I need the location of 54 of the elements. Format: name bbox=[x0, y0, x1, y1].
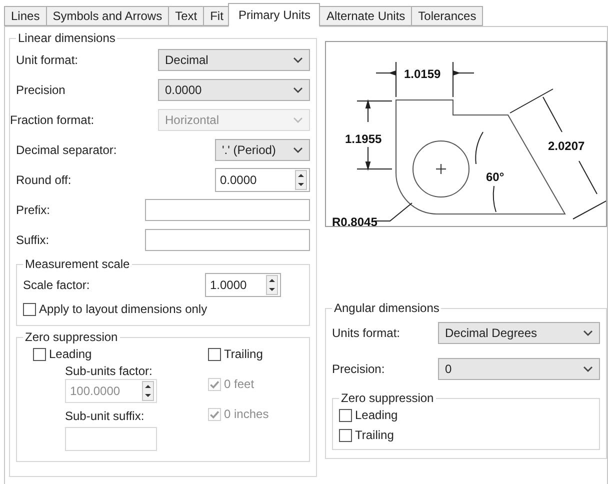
field-label: Sub-unit suffix: bbox=[65, 409, 146, 423]
caret-icon bbox=[583, 366, 593, 372]
field-label: Unit format: bbox=[16, 53, 78, 67]
dropdown[interactable]: Decimal bbox=[158, 49, 310, 71]
checkbox[interactable]: Leading bbox=[339, 405, 593, 425]
dropdown[interactable]: '.' (Period) bbox=[215, 139, 310, 161]
caret-icon bbox=[293, 57, 303, 63]
dimension-label: 2.0207 bbox=[548, 139, 585, 153]
group-title: Linear dimensions bbox=[17, 31, 116, 45]
field-label: Round off: bbox=[16, 173, 72, 187]
field-label: Scale factor: bbox=[23, 278, 90, 292]
dimension-label: 60° bbox=[486, 170, 504, 184]
input-field[interactable] bbox=[145, 199, 310, 221]
check-icon bbox=[209, 378, 220, 390]
tab[interactable]: Primary Units bbox=[228, 3, 320, 27]
spinner-icon[interactable] bbox=[295, 170, 307, 190]
field-label: Precision: bbox=[332, 362, 385, 376]
checkbox[interactable]: Trailing bbox=[339, 425, 593, 445]
tab[interactable]: Text bbox=[168, 6, 204, 26]
tab[interactable]: Fit bbox=[203, 6, 230, 26]
input-field[interactable] bbox=[145, 229, 310, 251]
group-title: Zero suppression bbox=[340, 391, 435, 405]
field-label: Prefix: bbox=[16, 203, 50, 217]
spinner-icon[interactable] bbox=[266, 275, 278, 295]
group-title: Measurement scale bbox=[24, 257, 131, 271]
caret-icon bbox=[293, 87, 303, 93]
field-label: Decimal separator: bbox=[16, 143, 117, 157]
tab[interactable]: Symbols and Arrows bbox=[46, 6, 168, 26]
field-label: Fraction format: bbox=[10, 113, 94, 127]
checkbox[interactable]: Leading bbox=[33, 344, 208, 364]
dimension-label: 1.1955 bbox=[345, 132, 382, 146]
check-icon bbox=[209, 408, 220, 420]
center-mark-icon bbox=[436, 164, 446, 174]
tab[interactable]: Tolerances bbox=[411, 6, 484, 26]
field-label: Suffix: bbox=[16, 233, 50, 247]
spin-field[interactable]: 0.0000 bbox=[215, 168, 310, 192]
dimension-label: R0.8045 bbox=[332, 215, 378, 226]
caret-icon bbox=[583, 330, 593, 336]
dimension-label: 1.0159 bbox=[404, 67, 441, 81]
dropdown[interactable]: Decimal Degrees bbox=[438, 322, 600, 344]
tab[interactable]: Alternate Units bbox=[319, 6, 412, 26]
dropdown[interactable]: 0.0000 bbox=[158, 79, 310, 101]
group-title: Angular dimensions bbox=[333, 301, 440, 315]
tab[interactable]: Lines bbox=[4, 6, 46, 26]
dropdown[interactable]: 0 bbox=[438, 358, 600, 380]
group-title: Zero suppression bbox=[24, 330, 119, 344]
caret-icon bbox=[293, 117, 303, 123]
checkbox[interactable]: Trailing bbox=[208, 344, 269, 364]
field-label: Precision bbox=[16, 83, 66, 97]
caret-icon bbox=[293, 147, 303, 153]
field-label: Units format: bbox=[332, 326, 400, 340]
checkbox[interactable]: Apply to layout dimensions only bbox=[23, 299, 303, 319]
field-label: Sub-units factor: bbox=[65, 364, 154, 378]
spin-field[interactable]: 1.0000 bbox=[205, 273, 281, 297]
